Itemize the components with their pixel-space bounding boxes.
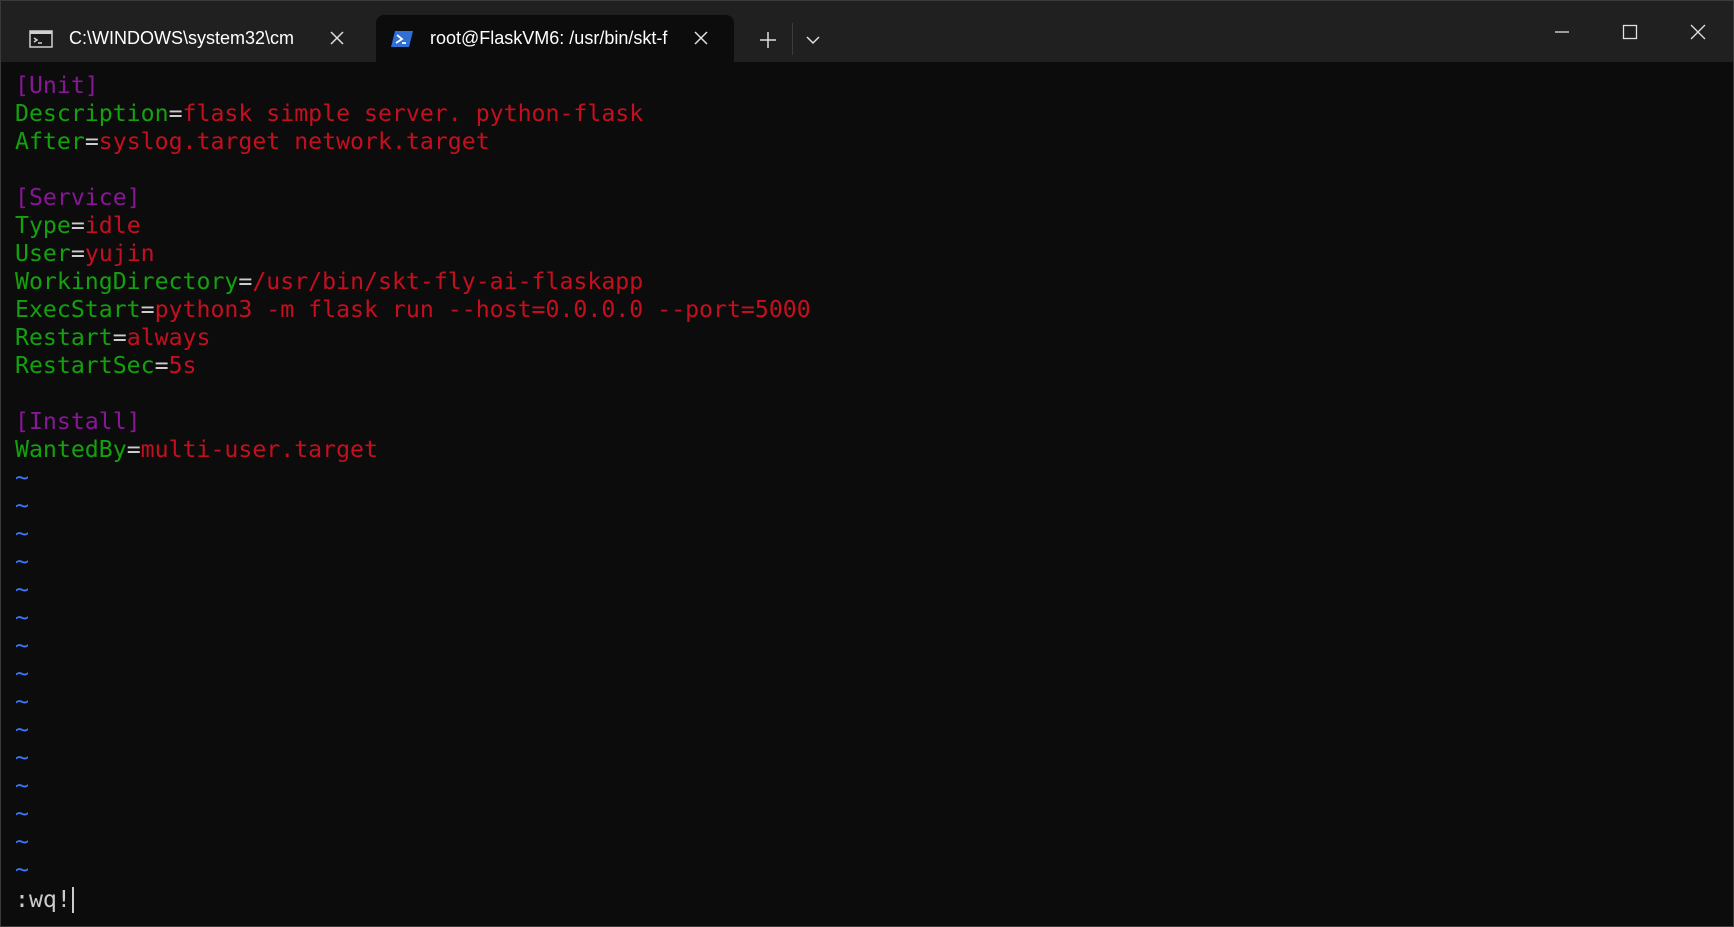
config-section-header: [Service] xyxy=(15,184,1715,212)
close-tab-icon[interactable] xyxy=(324,25,350,51)
section-name: [Install] xyxy=(15,408,141,435)
equals-sign: = xyxy=(126,436,141,463)
tab-label: root@FlaskVM6: /usr/bin/skt-f xyxy=(430,28,668,48)
cmd-icon xyxy=(29,29,53,48)
equals-sign: = xyxy=(112,324,127,351)
config-key: Restart xyxy=(15,324,113,351)
title-bar: C:\WINDOWS\system32\cm root@FlaskVM6: /u… xyxy=(1,1,1733,62)
config-line: Description=flask simple server. python-… xyxy=(15,100,1715,128)
config-line: User=yujin xyxy=(15,240,1715,268)
empty-line-tilde: ~ xyxy=(15,520,29,547)
equals-sign: = xyxy=(168,100,183,127)
text-cursor xyxy=(71,887,74,913)
config-value: always xyxy=(126,324,211,351)
section-name: [Service] xyxy=(15,184,141,211)
equals-sign: = xyxy=(140,296,155,323)
config-line: After=syslog.target network.target xyxy=(15,128,1715,156)
minimize-button[interactable] xyxy=(1537,9,1587,55)
config-line: RestartSec=5s xyxy=(15,352,1715,380)
empty-line-tilde: ~ xyxy=(15,576,29,603)
empty-line-tilde: ~ xyxy=(15,632,29,659)
config-key: RestartSec xyxy=(15,352,155,379)
empty-line-tilde: ~ xyxy=(15,604,29,631)
empty-line-tilde: ~ xyxy=(15,800,29,827)
config-line: WorkingDirectory=/usr/bin/skt-fly-ai-fla… xyxy=(15,268,1715,296)
config-value: multi-user.target xyxy=(140,436,378,463)
tab-label: C:\WINDOWS\system32\cm xyxy=(69,28,295,48)
config-section-header: [Install] xyxy=(15,408,1715,436)
minimize-icon xyxy=(1555,31,1569,33)
terminal-window: C:\WINDOWS\system32\cm root@FlaskVM6: /u… xyxy=(0,0,1734,927)
config-section-header: [Unit] xyxy=(15,72,1715,100)
empty-line-tilde: ~ xyxy=(15,744,29,771)
equals-sign: = xyxy=(154,352,169,379)
close-window-button[interactable] xyxy=(1673,9,1723,55)
vim-buffer: [Unit] Description=flask simple server. p… xyxy=(15,72,1715,464)
tab-divider xyxy=(792,23,793,55)
config-line: Type=idle xyxy=(15,212,1715,240)
empty-line-tilde: ~ xyxy=(15,660,29,687)
empty-line-tilde: ~ xyxy=(15,464,29,491)
config-key: User xyxy=(15,240,71,267)
config-key: WantedBy xyxy=(15,436,127,463)
maximize-icon xyxy=(1622,24,1638,40)
new-tab-button[interactable] xyxy=(753,25,783,55)
empty-line-tilde: ~ xyxy=(15,492,29,519)
chevron-down-icon xyxy=(806,36,820,45)
empty-line-tilde: ~ xyxy=(15,688,29,715)
empty-line-tilde: ~ xyxy=(15,548,29,575)
config-key: WorkingDirectory xyxy=(15,268,239,295)
empty-line-tilde: ~ xyxy=(15,772,29,799)
empty-line-tilde: ~ xyxy=(15,828,29,855)
equals-sign: = xyxy=(70,212,85,239)
config-value: flask simple server. python-flask xyxy=(182,100,644,127)
powershell-icon xyxy=(391,30,413,47)
plus-icon xyxy=(760,32,776,48)
config-key: ExecStart xyxy=(15,296,141,323)
config-line: Restart=always xyxy=(15,324,1715,352)
vim-empty-lines: ~ ~ ~ ~ ~ ~ ~ ~ ~ ~ ~ ~ ~ ~ ~ xyxy=(15,464,1715,884)
empty-line-tilde: ~ xyxy=(15,856,29,883)
terminal-content[interactable]: [Unit] Description=flask simple server. p… xyxy=(15,72,1715,922)
config-line: WantedBy=multi-user.target xyxy=(15,436,1715,464)
maximize-button[interactable] xyxy=(1605,9,1655,55)
config-key: Type xyxy=(15,212,71,239)
close-icon xyxy=(1690,24,1706,40)
vim-command-line[interactable]: :wq! xyxy=(15,886,71,914)
tab-ssh-session[interactable]: root@FlaskVM6: /usr/bin/skt-f xyxy=(376,15,734,62)
config-line: ExecStart=python3 -m flask run --host=0.… xyxy=(15,296,1715,324)
config-key: Description xyxy=(15,100,169,127)
equals-sign: = xyxy=(70,240,85,267)
config-value: 5s xyxy=(168,352,197,379)
equals-sign: = xyxy=(238,268,253,295)
tab-cmd[interactable]: C:\WINDOWS\system32\cm xyxy=(15,15,370,62)
config-value: python3 -m flask run --host=0.0.0.0 --po… xyxy=(154,296,811,323)
config-value: /usr/bin/skt-fly-ai-flaskapp xyxy=(252,268,644,295)
config-value: idle xyxy=(84,212,141,239)
empty-line-tilde: ~ xyxy=(15,716,29,743)
config-value: syslog.target network.target xyxy=(98,128,490,155)
tab-dropdown-button[interactable] xyxy=(798,25,828,55)
config-value: yujin xyxy=(84,240,155,267)
config-key: After xyxy=(15,128,85,155)
equals-sign: = xyxy=(84,128,99,155)
close-tab-icon[interactable] xyxy=(688,25,714,51)
section-name: [Unit] xyxy=(15,72,99,99)
